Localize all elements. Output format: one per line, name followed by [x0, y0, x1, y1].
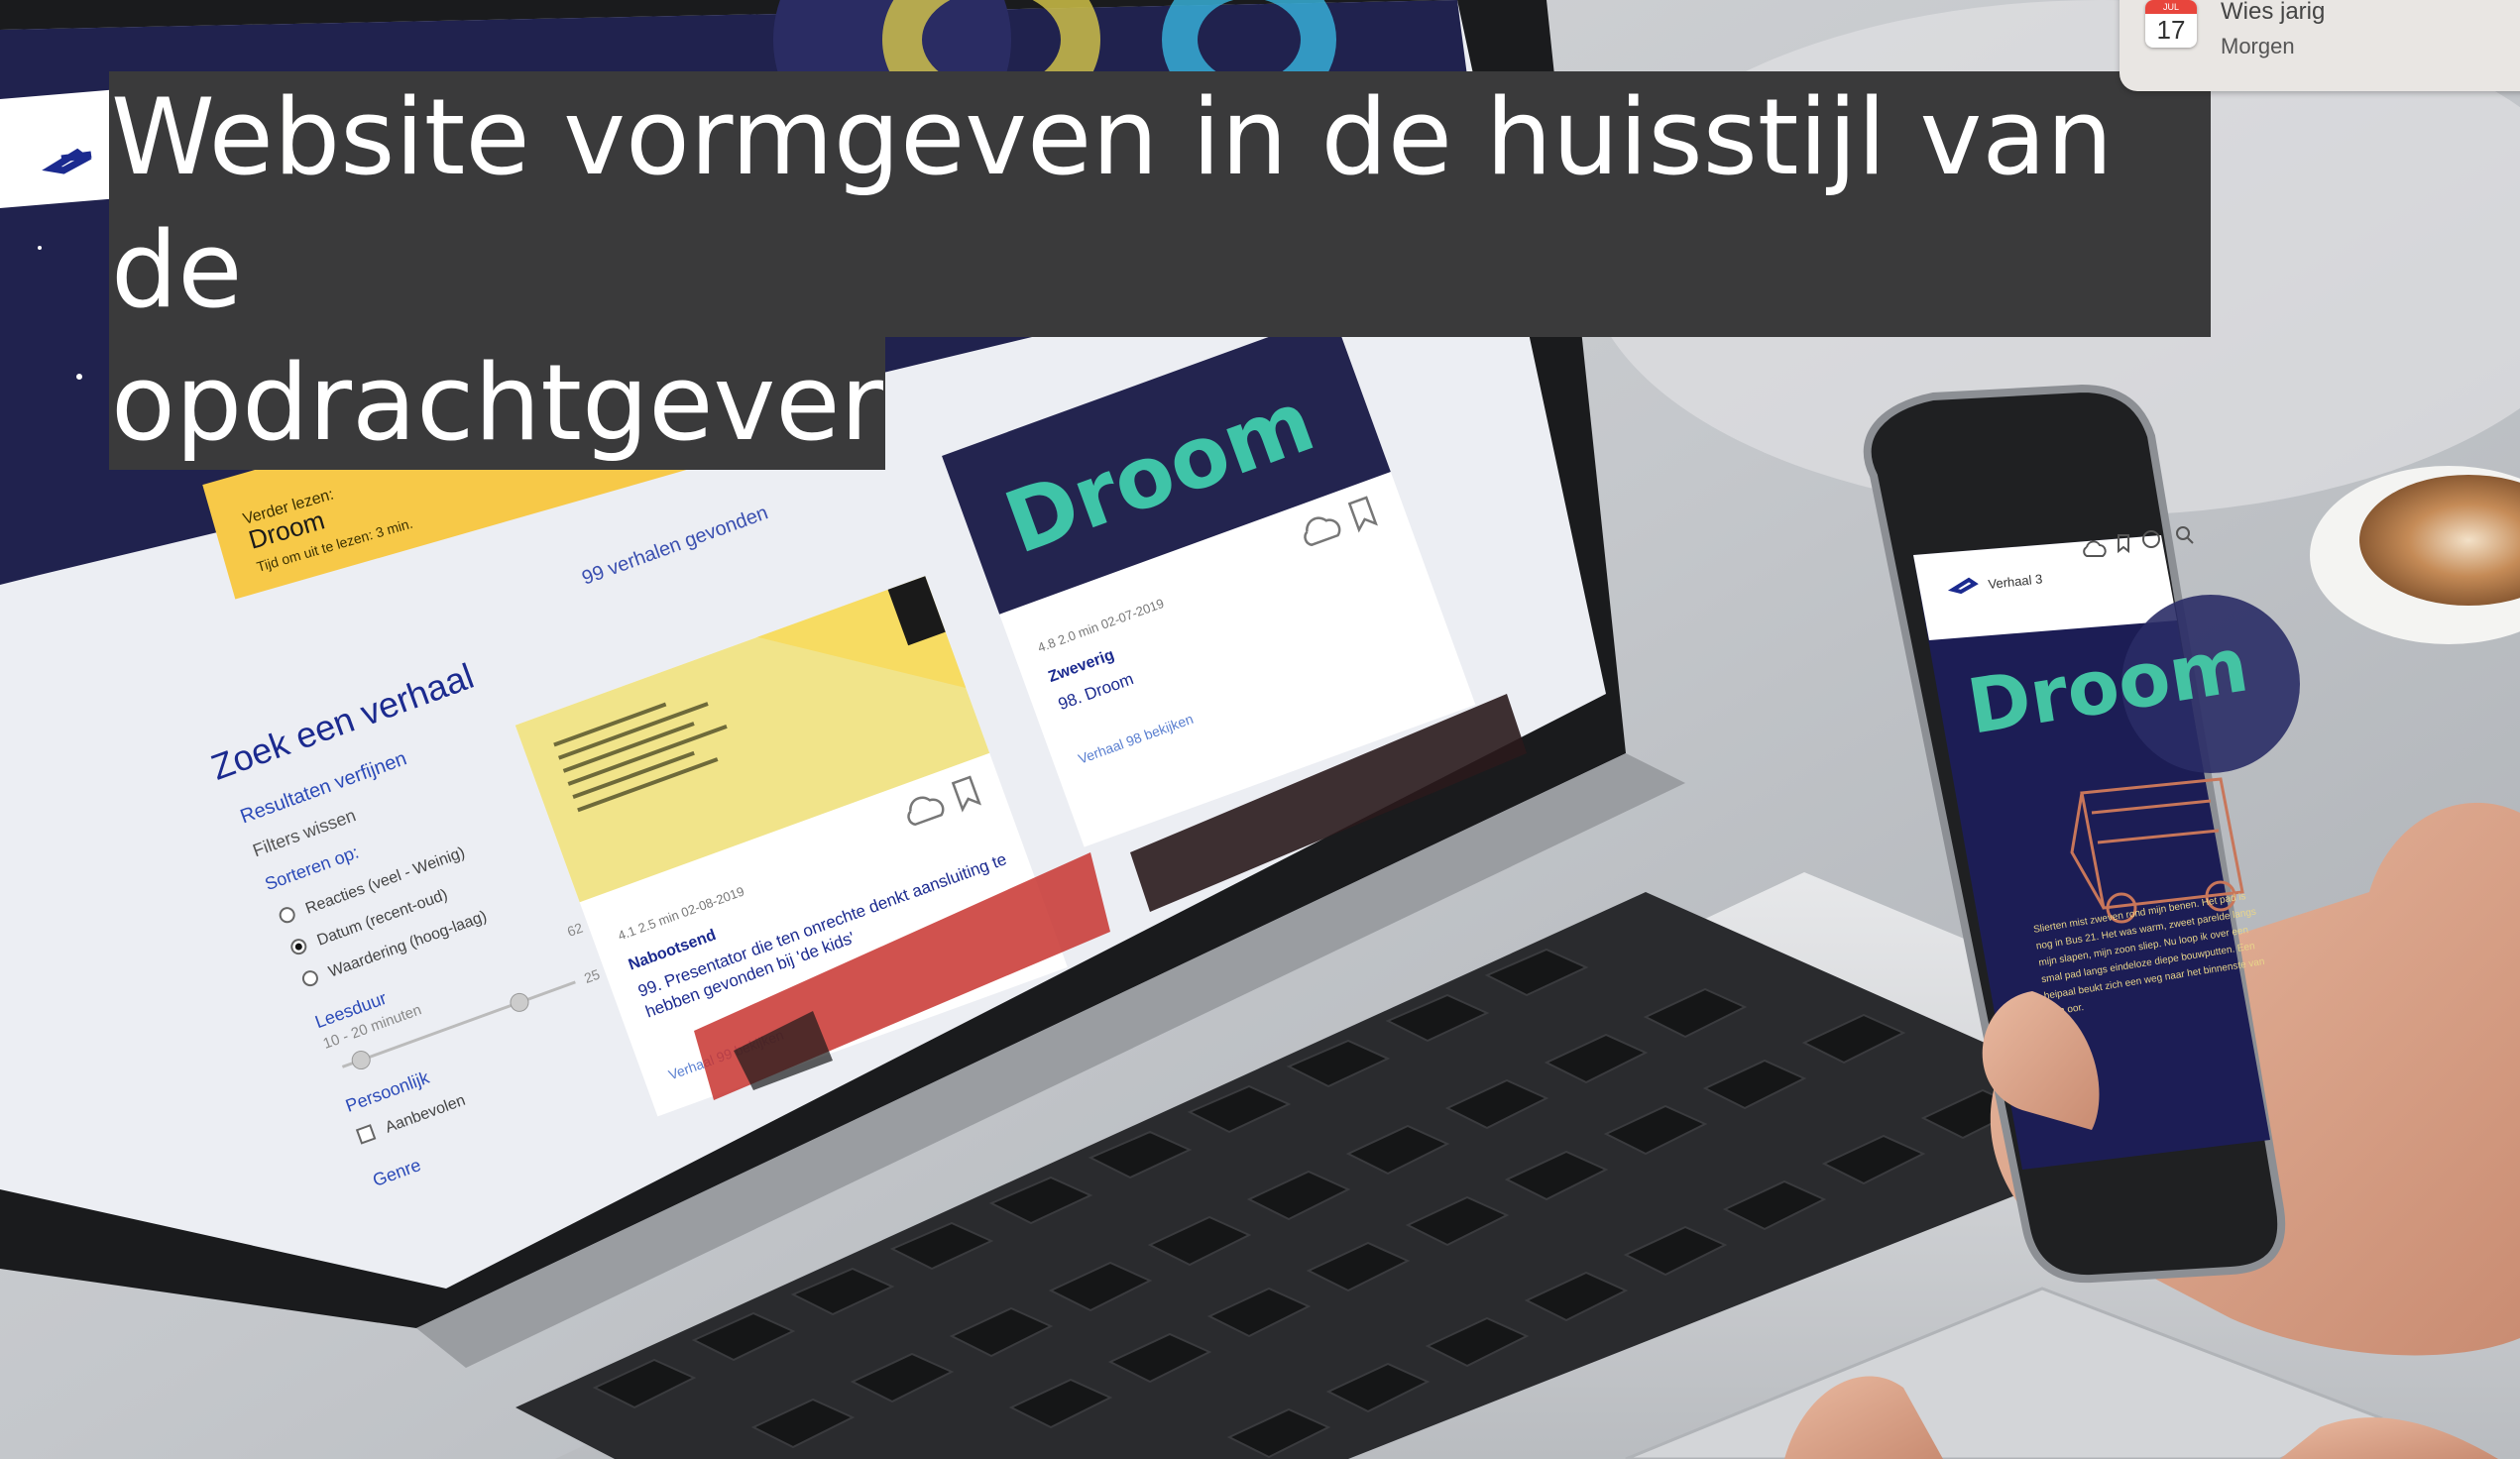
- calendar-month: JUL: [2145, 0, 2197, 14]
- calendar-day: 17: [2156, 15, 2186, 45]
- notification-subtitle: Morgen: [2221, 34, 2295, 58]
- headline-line-1: Website vormgeven in de huisstijl van de: [109, 71, 2211, 337]
- calendar-icon: JUL 17: [2145, 0, 2197, 48]
- page-headline: Website vormgeven in de huisstijl van de…: [109, 71, 2211, 470]
- calendar-notification[interactable]: JUL 17 Wies jarig Morgen: [2119, 0, 2520, 91]
- notification-title: Wies jarig: [2221, 0, 2326, 25]
- headline-line-2: opdrachtgever: [109, 337, 886, 470]
